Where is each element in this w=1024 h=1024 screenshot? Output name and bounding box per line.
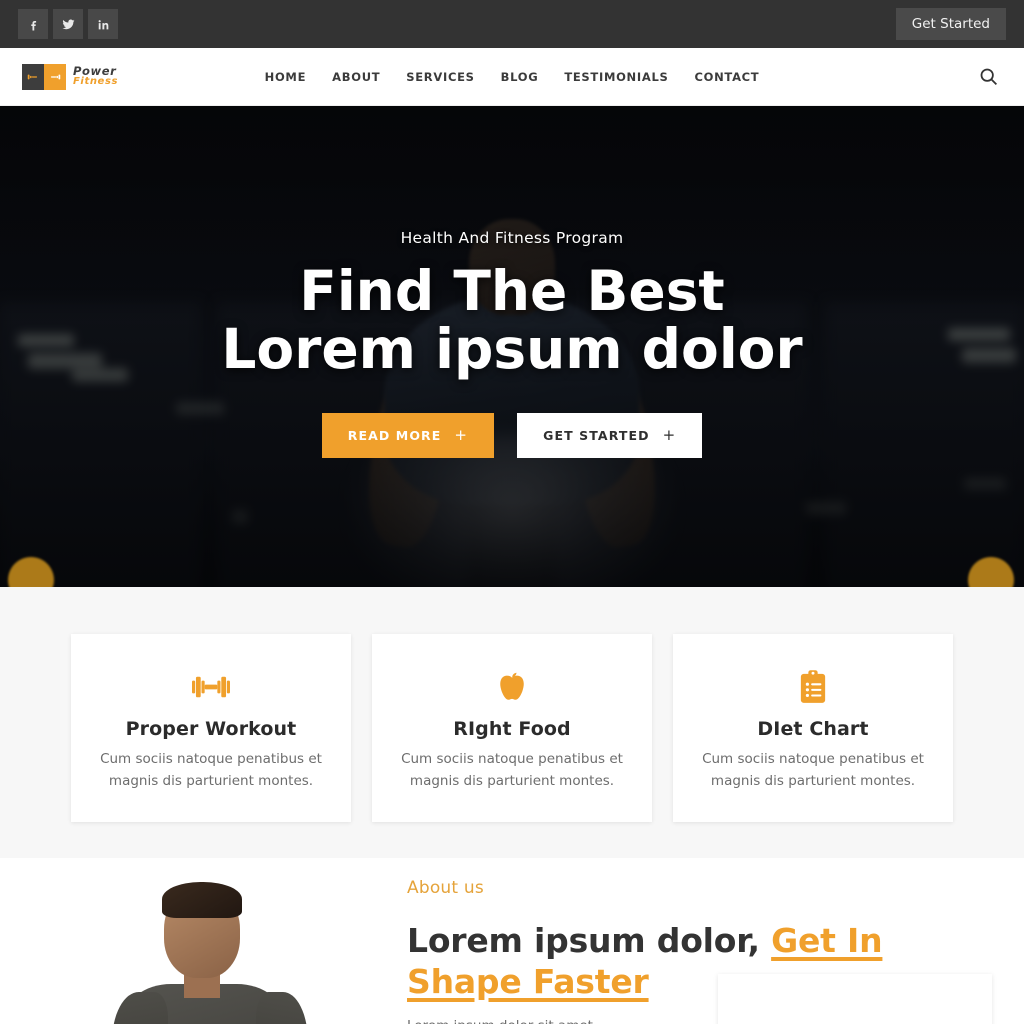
- about-kicker: About us: [407, 878, 484, 899]
- plus-icon: +: [454, 425, 469, 444]
- main-navigation: HOME ABOUT SERVICES BLOG TESTIMONIALS CO…: [265, 70, 760, 84]
- hero-kicker: Health And Fitness Program: [400, 229, 624, 247]
- read-more-label: READ MORE: [347, 427, 442, 443]
- nav-item-about[interactable]: ABOUT: [332, 70, 380, 84]
- about-heading-plain: Lorem ipsum dolor,: [407, 921, 772, 961]
- features-section: Proper Workout Cum sociis natoque penati…: [0, 587, 1024, 859]
- feature-title: Proper Workout: [125, 718, 297, 740]
- hero-title-line-1: Find The Best: [299, 259, 725, 323]
- search-icon[interactable]: [974, 63, 1002, 91]
- nav-item-services[interactable]: SERVICES: [406, 70, 474, 84]
- feature-text: Cum sociis natoque penatibus et magnis d…: [702, 751, 924, 789]
- apple-icon: [394, 667, 630, 707]
- hero-content: Health And Fitness Program Find The Best…: [0, 106, 1024, 458]
- plus-icon: +: [662, 425, 677, 444]
- feature-card-proper-workout[interactable]: Proper Workout Cum sociis natoque penati…: [71, 634, 351, 823]
- feature-text: Cum sociis natoque penatibus et magnis d…: [401, 751, 623, 789]
- get-started-top-button[interactable]: Get Started: [895, 8, 1006, 40]
- about-body: Lorem ipsum dolor sit amet,: [407, 1015, 657, 1024]
- nav-item-blog[interactable]: BLOG: [501, 70, 539, 84]
- feature-title: DIet Chart: [757, 718, 869, 740]
- about-image: [0, 872, 395, 1024]
- hero-title-line-2: Lorem ipsum dolor: [221, 316, 803, 381]
- feature-card-right-food[interactable]: RIght Food Cum sociis natoque penatibus …: [372, 634, 652, 823]
- logo-line-2: Fitness: [73, 76, 119, 88]
- hero-buttons: READ MORE + GET STARTED +: [0, 412, 1024, 458]
- twitter-icon[interactable]: [53, 9, 83, 39]
- nav-item-contact[interactable]: CONTACT: [694, 70, 759, 84]
- site-logo[interactable]: Power Fitness: [22, 63, 119, 90]
- top-bar: Get Started: [0, 0, 1024, 48]
- facebook-icon[interactable]: [18, 9, 48, 39]
- dumbbell-icon: [93, 667, 329, 707]
- dumbbell-icon: [22, 63, 66, 90]
- about-side-card[interactable]: [718, 974, 992, 1024]
- social-links: [18, 9, 118, 39]
- feature-card-diet-chart[interactable]: DIet Chart Cum sociis natoque penatibus …: [673, 634, 953, 823]
- nav-item-testimonials[interactable]: TESTIMONIALS: [564, 70, 668, 84]
- read-more-button[interactable]: READ MORE +: [321, 412, 495, 458]
- linkedin-icon[interactable]: [88, 9, 118, 39]
- hero-title: Find The Best Lorem ipsum dolor: [0, 262, 1024, 381]
- get-started-label: GET STARTED: [543, 427, 650, 443]
- about-section: About us Lorem ipsum dolor, Get In Shape…: [0, 858, 1024, 1024]
- features-list: Proper Workout Cum sociis natoque penati…: [0, 634, 1024, 823]
- nav-item-home[interactable]: HOME: [265, 70, 307, 84]
- get-started-hero-button[interactable]: GET STARTED +: [517, 412, 703, 458]
- feature-title: RIght Food: [453, 718, 571, 740]
- feature-text: Cum sociis natoque penatibus et magnis d…: [100, 751, 322, 789]
- clipboard-list-icon: [695, 667, 931, 707]
- site-header: Power Fitness HOME ABOUT SERVICES BLOG T…: [0, 48, 1024, 106]
- hero-banner: Health And Fitness Program Find The Best…: [0, 106, 1024, 587]
